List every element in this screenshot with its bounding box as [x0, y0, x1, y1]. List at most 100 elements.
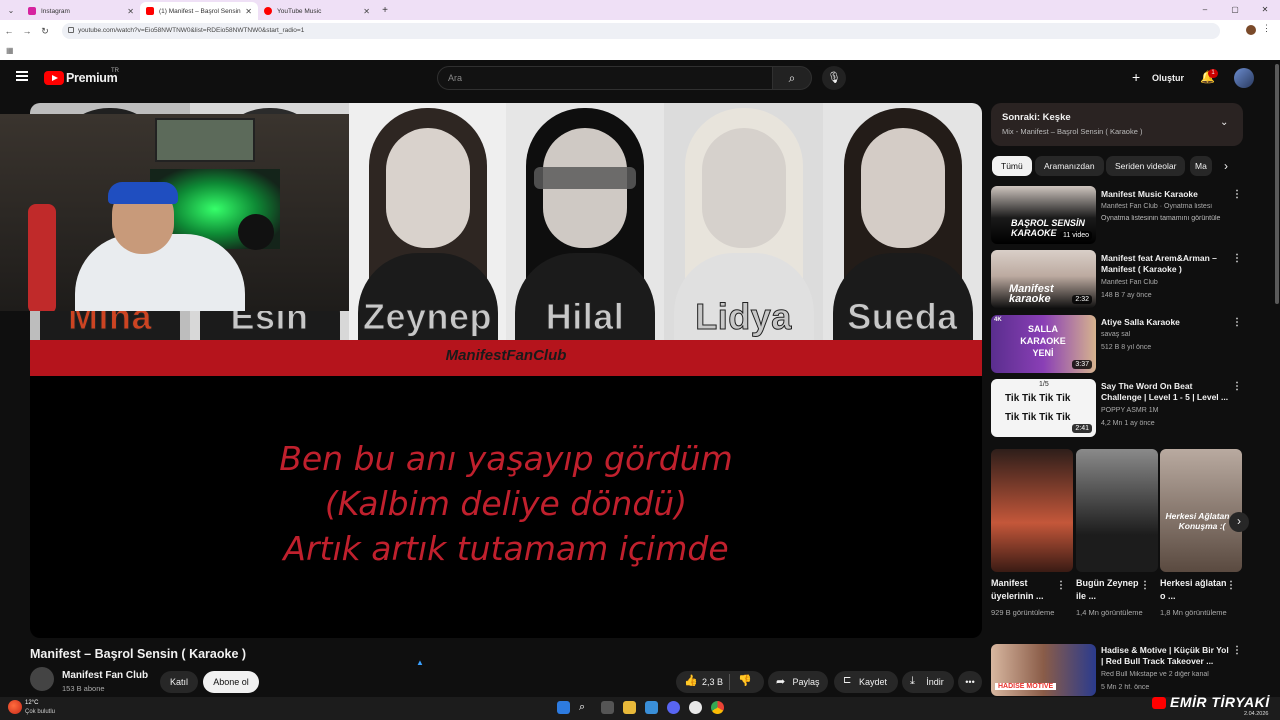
rec-thumbnail[interactable]: BAŞROL SENSİN KARAOKE 11 video	[991, 186, 1096, 244]
channel-avatar[interactable]	[30, 667, 54, 691]
rec-title[interactable]: Manifest Music Karaoke	[1101, 189, 1231, 200]
mouse-cursor-icon: ▲	[416, 658, 424, 667]
close-window-icon[interactable]: ✕	[1250, 0, 1280, 20]
rec-meta: 512 B 8 yıl önce	[1101, 344, 1152, 351]
rec-thumbnail[interactable]: 4K SALLA KARAOKE YENİ 3:37	[991, 315, 1096, 373]
short-title[interactable]: Herkesi ağlatan o ...	[1160, 577, 1232, 603]
forward-icon[interactable]: →	[18, 26, 36, 36]
duration-badge: 2:32	[1072, 295, 1092, 304]
chip-more[interactable]: Ma	[1190, 156, 1212, 176]
short-thumbnail[interactable]: Herkesi Ağlatan O Konuşma :(	[1160, 449, 1242, 572]
chevron-down-icon[interactable]: ⌄	[1220, 117, 1228, 128]
short-thumbnail[interactable]	[991, 449, 1073, 572]
weather-icon[interactable]	[8, 700, 22, 714]
search-input[interactable]: Ara	[437, 66, 773, 90]
app-icon-white[interactable]	[689, 701, 702, 714]
rec-menu-icon[interactable]: ⋮	[1232, 381, 1242, 392]
youtube-logo-icon[interactable]	[44, 71, 64, 85]
start-menu-icon[interactable]	[557, 701, 570, 714]
duration-badge: 3:37	[1072, 360, 1092, 369]
apps-grid-icon[interactable]: ▦	[6, 46, 14, 55]
rec-channel[interactable]: savaş sal	[1101, 331, 1236, 338]
short-thumbnail[interactable]	[1076, 449, 1158, 572]
tab-manifest[interactable]: (1) Manifest – Başrol Sensin ✕	[140, 2, 258, 20]
account-avatar[interactable]	[1234, 68, 1254, 88]
close-tab-icon[interactable]: ✕	[127, 7, 134, 16]
rec-playlist-link[interactable]: Oynatma listesinin tamamını görüntüle	[1101, 215, 1236, 222]
premium-logo-text[interactable]: Premium	[66, 71, 118, 85]
close-tab-icon[interactable]: ✕	[245, 7, 252, 16]
chip-series[interactable]: Seriden videolar	[1106, 156, 1186, 176]
rec-title[interactable]: Atiye Salla Karaoke	[1101, 317, 1231, 328]
tab-youtube-music[interactable]: YouTube Music ✕	[258, 2, 376, 20]
chip-all[interactable]: Tümü	[992, 156, 1032, 176]
rec-menu-icon[interactable]: ⋮	[1232, 189, 1242, 200]
tab-instagram[interactable]: Instagram ✕	[22, 2, 140, 20]
rec-menu-icon[interactable]: ⋮	[1232, 317, 1242, 328]
scrollbar-thumb[interactable]	[1275, 64, 1279, 304]
duration-badge: 2:41	[1072, 424, 1092, 433]
discord-icon[interactable]	[667, 701, 680, 714]
profile-avatar[interactable]	[1246, 25, 1256, 35]
chip-from-search[interactable]: Aramanızdan	[1035, 156, 1104, 176]
voice-search-button[interactable]: 🎙	[822, 66, 846, 90]
file-explorer-icon[interactable]	[623, 701, 636, 714]
minimize-icon[interactable]: –	[1190, 0, 1220, 20]
rec-channel[interactable]: Red Bull Mikstape ve 2 diğer kanal	[1101, 671, 1236, 678]
rec-channel[interactable]: Manifest Fan Club · Oynatma listesi	[1101, 203, 1236, 210]
short-menu-icon[interactable]: ⋮	[1056, 580, 1066, 591]
close-tab-icon[interactable]: ✕	[363, 7, 370, 16]
search-taskbar-icon[interactable]: ⌕	[579, 701, 592, 714]
short-title[interactable]: Manifest üyelerinin ...	[991, 577, 1063, 603]
browser-tab-strip: ⌄ Instagram ✕ (1) Manifest – Başrol Sensi…	[0, 0, 1280, 20]
create-button[interactable]: Oluştur	[1152, 73, 1184, 83]
rec-thumbnail[interactable]: HADISE MOTIVE	[991, 644, 1096, 696]
site-info-icon[interactable]	[68, 27, 74, 33]
rec-meta: 148 B 7 ay önce	[1101, 292, 1152, 299]
back-icon[interactable]: ←	[0, 26, 18, 36]
maximize-icon[interactable]: ▢	[1220, 0, 1250, 20]
short-views: 1,8 Mn görüntüleme	[1160, 608, 1227, 617]
like-divider	[729, 674, 730, 690]
browser-menu-icon[interactable]: ⋮	[1262, 23, 1271, 34]
task-view-icon[interactable]	[601, 701, 614, 714]
create-plus-icon[interactable]: +	[1132, 69, 1140, 85]
up-next-panel[interactable]	[991, 103, 1243, 146]
chevron-right-icon[interactable]: ›	[1224, 159, 1228, 173]
short-menu-icon[interactable]: ⋮	[1226, 580, 1236, 591]
tab-search-icon[interactable]: ⌄	[0, 6, 22, 15]
short-views: 1,4 Mn görüntüleme	[1076, 608, 1143, 617]
rec-title[interactable]: Manifest feat Arem&Arman – Manifest ( Ka…	[1101, 253, 1231, 275]
more-actions-button[interactable]: •••	[958, 671, 982, 693]
rec-title[interactable]: Hadise & Motive | Küçük Bir Yol | Red Bu…	[1101, 645, 1233, 667]
short-title[interactable]: Bugün Zeynep ile ...	[1076, 577, 1148, 603]
app-icon-blue[interactable]	[645, 701, 658, 714]
rec-channel[interactable]: Manifest Fan Club	[1101, 279, 1236, 286]
search-icon: ⌕	[788, 71, 796, 85]
rec-menu-icon[interactable]: ⋮	[1232, 645, 1242, 656]
lyric-line-3: Artık artık tutamam içimde	[283, 529, 729, 568]
reload-icon[interactable]: ↻	[36, 26, 54, 37]
subscribe-button[interactable]: Abone ol	[203, 671, 259, 693]
rec-thumbnail[interactable]: Manifest karaoke 2:32	[991, 250, 1096, 308]
short-menu-icon[interactable]: ⋮	[1140, 580, 1150, 591]
like-count[interactable]: 2,3 B	[702, 677, 723, 687]
shorts-next-arrow-icon[interactable]: ›	[1229, 512, 1249, 532]
rec-channel[interactable]: POPPY ASMR 1M	[1101, 407, 1236, 414]
new-tab-button[interactable]: +	[376, 5, 394, 16]
rec-menu-icon[interactable]: ⋮	[1232, 253, 1242, 264]
like-icon[interactable]: 👍	[684, 674, 698, 687]
search-button[interactable]: ⌕	[772, 66, 812, 90]
watermark-youtube-icon	[1152, 697, 1166, 709]
rec-title[interactable]: Say The Word On Beat Challenge | Level 1…	[1101, 381, 1231, 403]
channel-name[interactable]: Manifest Fan Club	[62, 670, 148, 681]
chrome-icon[interactable]	[711, 701, 724, 714]
quality-4k-badge: 4K	[994, 317, 1002, 323]
share-icon: ➦	[776, 676, 786, 688]
hamburger-menu-icon[interactable]	[16, 71, 28, 81]
join-button[interactable]: Katıl	[160, 671, 198, 693]
video-count-badge: 11 video	[1060, 231, 1092, 240]
dislike-icon[interactable]: 👎	[738, 674, 752, 687]
url-field[interactable]: youtube.com/watch?v=Eio58NWTNW0&list=RDE…	[62, 23, 1220, 39]
rec-thumbnail[interactable]: 1/5 Tik Tik Tik Tik Tik Tik Tik Tik 2:41	[991, 379, 1096, 437]
